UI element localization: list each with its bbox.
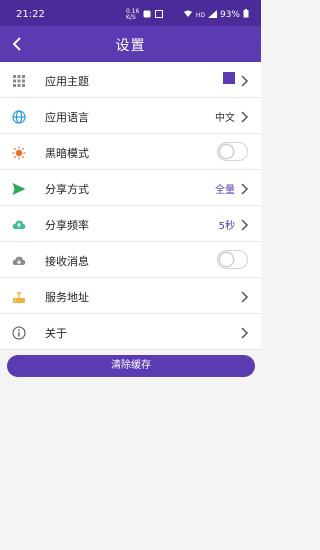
info-icon (12, 325, 26, 340)
setting-theme[interactable]: 应用主题 (0, 62, 261, 98)
grid-icon (12, 73, 26, 87)
setting-language[interactable]: 应用语言 中文 (0, 98, 261, 134)
page-title: 设置 (115, 38, 146, 54)
chevron-right-icon (239, 73, 249, 87)
toggle-knob (219, 144, 234, 159)
setting-share-method[interactable]: 分享方式 全量 (0, 170, 261, 206)
setting-label: 关于 (45, 327, 67, 340)
chevron-right-icon (239, 325, 249, 339)
setting-label: 接收消息 (45, 255, 89, 268)
setting-label: 分享方式 (45, 183, 89, 196)
chevron-right-icon (239, 181, 249, 195)
app-bar: 设置 (0, 26, 261, 62)
chevron-right-icon (239, 289, 249, 303)
net-speed: 0.16 K/S (126, 8, 140, 21)
settings-list: 应用主题 应用语言 中文 黑暗模式 分享方式 全量 分享频率 5秒 接收消息 服… (0, 62, 261, 350)
setting-dark-mode: 黑暗模式 (0, 134, 261, 170)
setting-label: 服务地址 (45, 291, 89, 304)
setting-value: 5秒 (218, 221, 235, 232)
signal-icon (207, 9, 217, 21)
send-icon (12, 181, 26, 195)
server-icon (12, 289, 26, 303)
theme-color-swatch (223, 72, 235, 84)
setting-label: 黑暗模式 (45, 147, 89, 160)
setting-about[interactable]: 关于 (0, 314, 261, 350)
setting-receive-messages: 接收消息 (0, 242, 261, 278)
status-time: 21:22 (16, 9, 45, 20)
wifi-icon (183, 10, 193, 21)
status-icons-right: HD 93% (183, 9, 249, 21)
setting-value: 全量 (215, 185, 235, 196)
battery-percent: 93% (219, 10, 240, 20)
toggle-knob (219, 252, 234, 267)
setting-value: 中文 (215, 113, 235, 124)
status-icons-left: 0.16 K/S (126, 8, 164, 21)
setting-share-frequency[interactable]: 分享频率 5秒 (0, 206, 261, 242)
sun-icon (12, 145, 26, 160)
message-icon (155, 9, 164, 21)
setting-label: 应用语言 (45, 111, 89, 124)
dark-mode-toggle[interactable] (217, 142, 248, 161)
setting-server-address[interactable]: 服务地址 (0, 278, 261, 314)
cloud-upload-icon (12, 217, 26, 231)
receive-messages-toggle[interactable] (217, 250, 248, 269)
setting-label: 分享频率 (45, 219, 89, 232)
hd-icon: HD (195, 11, 205, 19)
clear-cache-button[interactable]: 清除缓存 (7, 355, 255, 377)
globe-icon (12, 109, 26, 124)
chevron-right-icon (239, 109, 249, 123)
setting-label: 应用主题 (45, 75, 89, 88)
chevron-right-icon (239, 217, 249, 231)
notification-icon (143, 10, 151, 21)
battery-icon (243, 9, 249, 21)
status-bar: 21:22 0.16 K/S HD 93% (0, 0, 261, 26)
cloud-download-icon (12, 253, 26, 267)
